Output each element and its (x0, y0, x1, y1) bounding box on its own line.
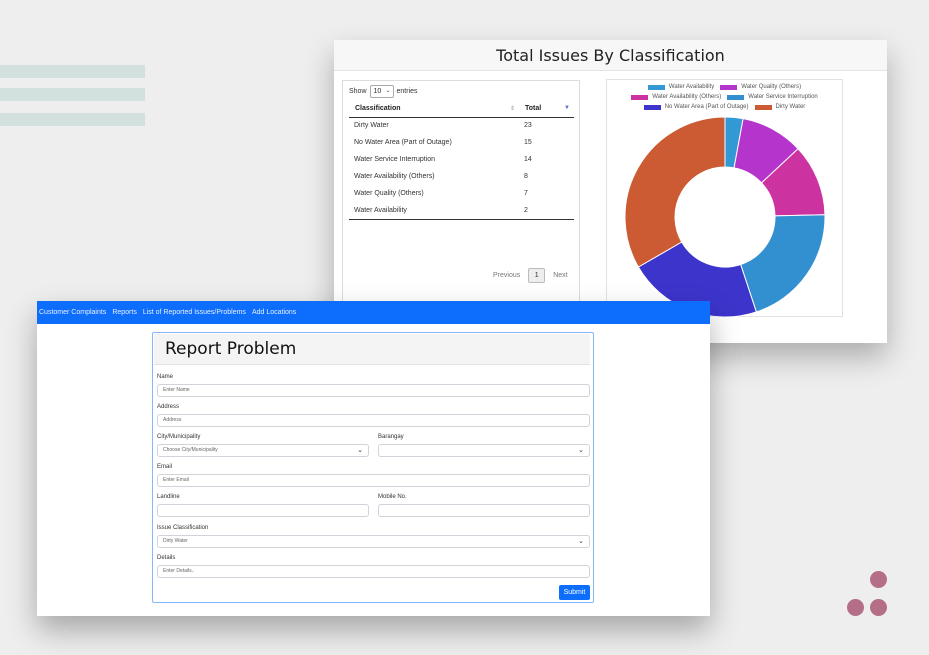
cell-total: 8 (524, 173, 528, 180)
table-row: Water Service Interruption 14 (349, 151, 574, 168)
previous-button[interactable]: Previous (493, 272, 520, 279)
entries-label: entries (396, 88, 418, 95)
donut-chart (624, 116, 826, 318)
chevron-down-icon: ⌄ (578, 447, 584, 454)
city-select[interactable]: Choose City/Municipality ⌄ (157, 444, 369, 457)
decorative-dot (847, 599, 864, 616)
email-label: Email (157, 464, 173, 470)
issue-classification-select[interactable]: Dirty Water ⌄ (157, 535, 590, 548)
mobile-input[interactable] (378, 504, 590, 517)
pagination: Previous 1 Next (493, 268, 568, 283)
next-button[interactable]: Next (553, 272, 567, 279)
address-label: Address (157, 404, 180, 410)
table-row: Water Availability 2 (349, 202, 574, 220)
cell-total: 14 (524, 156, 532, 163)
chevron-down-icon: ⌄ (385, 88, 391, 94)
table-row: No Water Area (Part of Outage) 15 (349, 134, 574, 151)
sort-icon: ⇕ (509, 106, 515, 112)
nav-link-customer-complaints[interactable]: Customer Complaints (39, 309, 106, 316)
name-input[interactable]: Enter Name (157, 384, 590, 397)
landline-input[interactable] (157, 504, 369, 517)
navbar: Customer Complaints Reports List of Repo… (37, 301, 710, 324)
barangay-label: Barangay (378, 434, 404, 440)
issue-classification-label: Issue Classification (157, 525, 209, 531)
cell-classification: No Water Area (Part of Outage) (354, 139, 452, 146)
dashboard-card: Total Issues By Classification Show 10 ⌄… (334, 40, 887, 343)
decorative-stripe (0, 113, 145, 126)
donut-slice[interactable] (740, 214, 826, 313)
barangay-select[interactable]: ⌄ (378, 444, 590, 457)
details-input[interactable]: Enter Details.. (157, 565, 590, 578)
cell-classification: Water Availability (Others) (354, 173, 435, 180)
show-label: Show (349, 88, 367, 95)
city-select-value: Choose City/Municipality (163, 447, 218, 453)
cell-classification: Dirty Water (354, 122, 389, 130)
table-row: Water Quality (Others) 7 (349, 185, 574, 202)
nav-link-reported-issues[interactable]: List of Reported Issues/Problems (143, 309, 246, 316)
chevron-down-icon: ⌄ (357, 447, 363, 454)
city-label: City/Municipality (157, 434, 201, 440)
entries-select[interactable]: 10 ⌄ (369, 85, 394, 98)
cell-classification: Water Quality (Others) (354, 190, 424, 197)
decorative-stripe (0, 88, 145, 101)
nav-link-add-locations[interactable]: Add Locations (252, 309, 296, 316)
entries-value: 10 (373, 88, 382, 95)
nav-link-reports[interactable]: Reports (112, 309, 137, 316)
issue-classification-value: Dirty Water (163, 538, 188, 544)
decorative-stripe (0, 65, 145, 78)
donut-slice[interactable] (624, 116, 726, 268)
cell-classification: Water Availability (349, 202, 519, 220)
landline-label: Landline (157, 494, 180, 500)
sort-desc-icon: ▼ (564, 105, 570, 111)
decorative-dot (870, 599, 887, 616)
chevron-down-icon: ⌄ (578, 538, 584, 545)
cell-total: 23 (524, 122, 532, 130)
dashboard-title: Total Issues By Classification (334, 40, 887, 71)
cell-total: 7 (524, 190, 528, 197)
page-button[interactable]: 1 (528, 268, 546, 283)
column-label: Classification (355, 105, 401, 113)
email-input[interactable]: Enter Email (157, 474, 590, 487)
cell-total: 15 (524, 139, 532, 146)
entries-control: Show 10 ⌄ entries (349, 85, 418, 98)
details-label: Details (157, 555, 176, 561)
report-form-card: Customer Complaints Reports List of Repo… (37, 301, 710, 616)
donut-chart-panel: Water Availability Water Quality (Others… (606, 79, 843, 318)
report-form: Report Problem Name Enter Name Address A… (152, 332, 594, 603)
issues-table: Classification ⇕ Total ▼ Dirty Water 23 N… (349, 101, 574, 220)
form-title: Report Problem (154, 334, 590, 365)
column-header-total[interactable]: Total ▼ (519, 101, 574, 118)
column-label: Total (525, 105, 542, 113)
mobile-label: Mobile No. (378, 494, 407, 500)
decorative-dot (870, 571, 887, 588)
column-header-classification[interactable]: Classification ⇕ (349, 101, 519, 118)
submit-button[interactable]: Submit (559, 585, 590, 600)
name-label: Name (157, 374, 174, 380)
address-input[interactable]: Address (157, 414, 590, 427)
cell-total: 2 (519, 202, 574, 220)
table-row: Water Availability (Others) 8 (349, 168, 574, 185)
table-row: Dirty Water 23 (349, 117, 574, 134)
cell-classification: Water Service Interruption (354, 156, 436, 163)
